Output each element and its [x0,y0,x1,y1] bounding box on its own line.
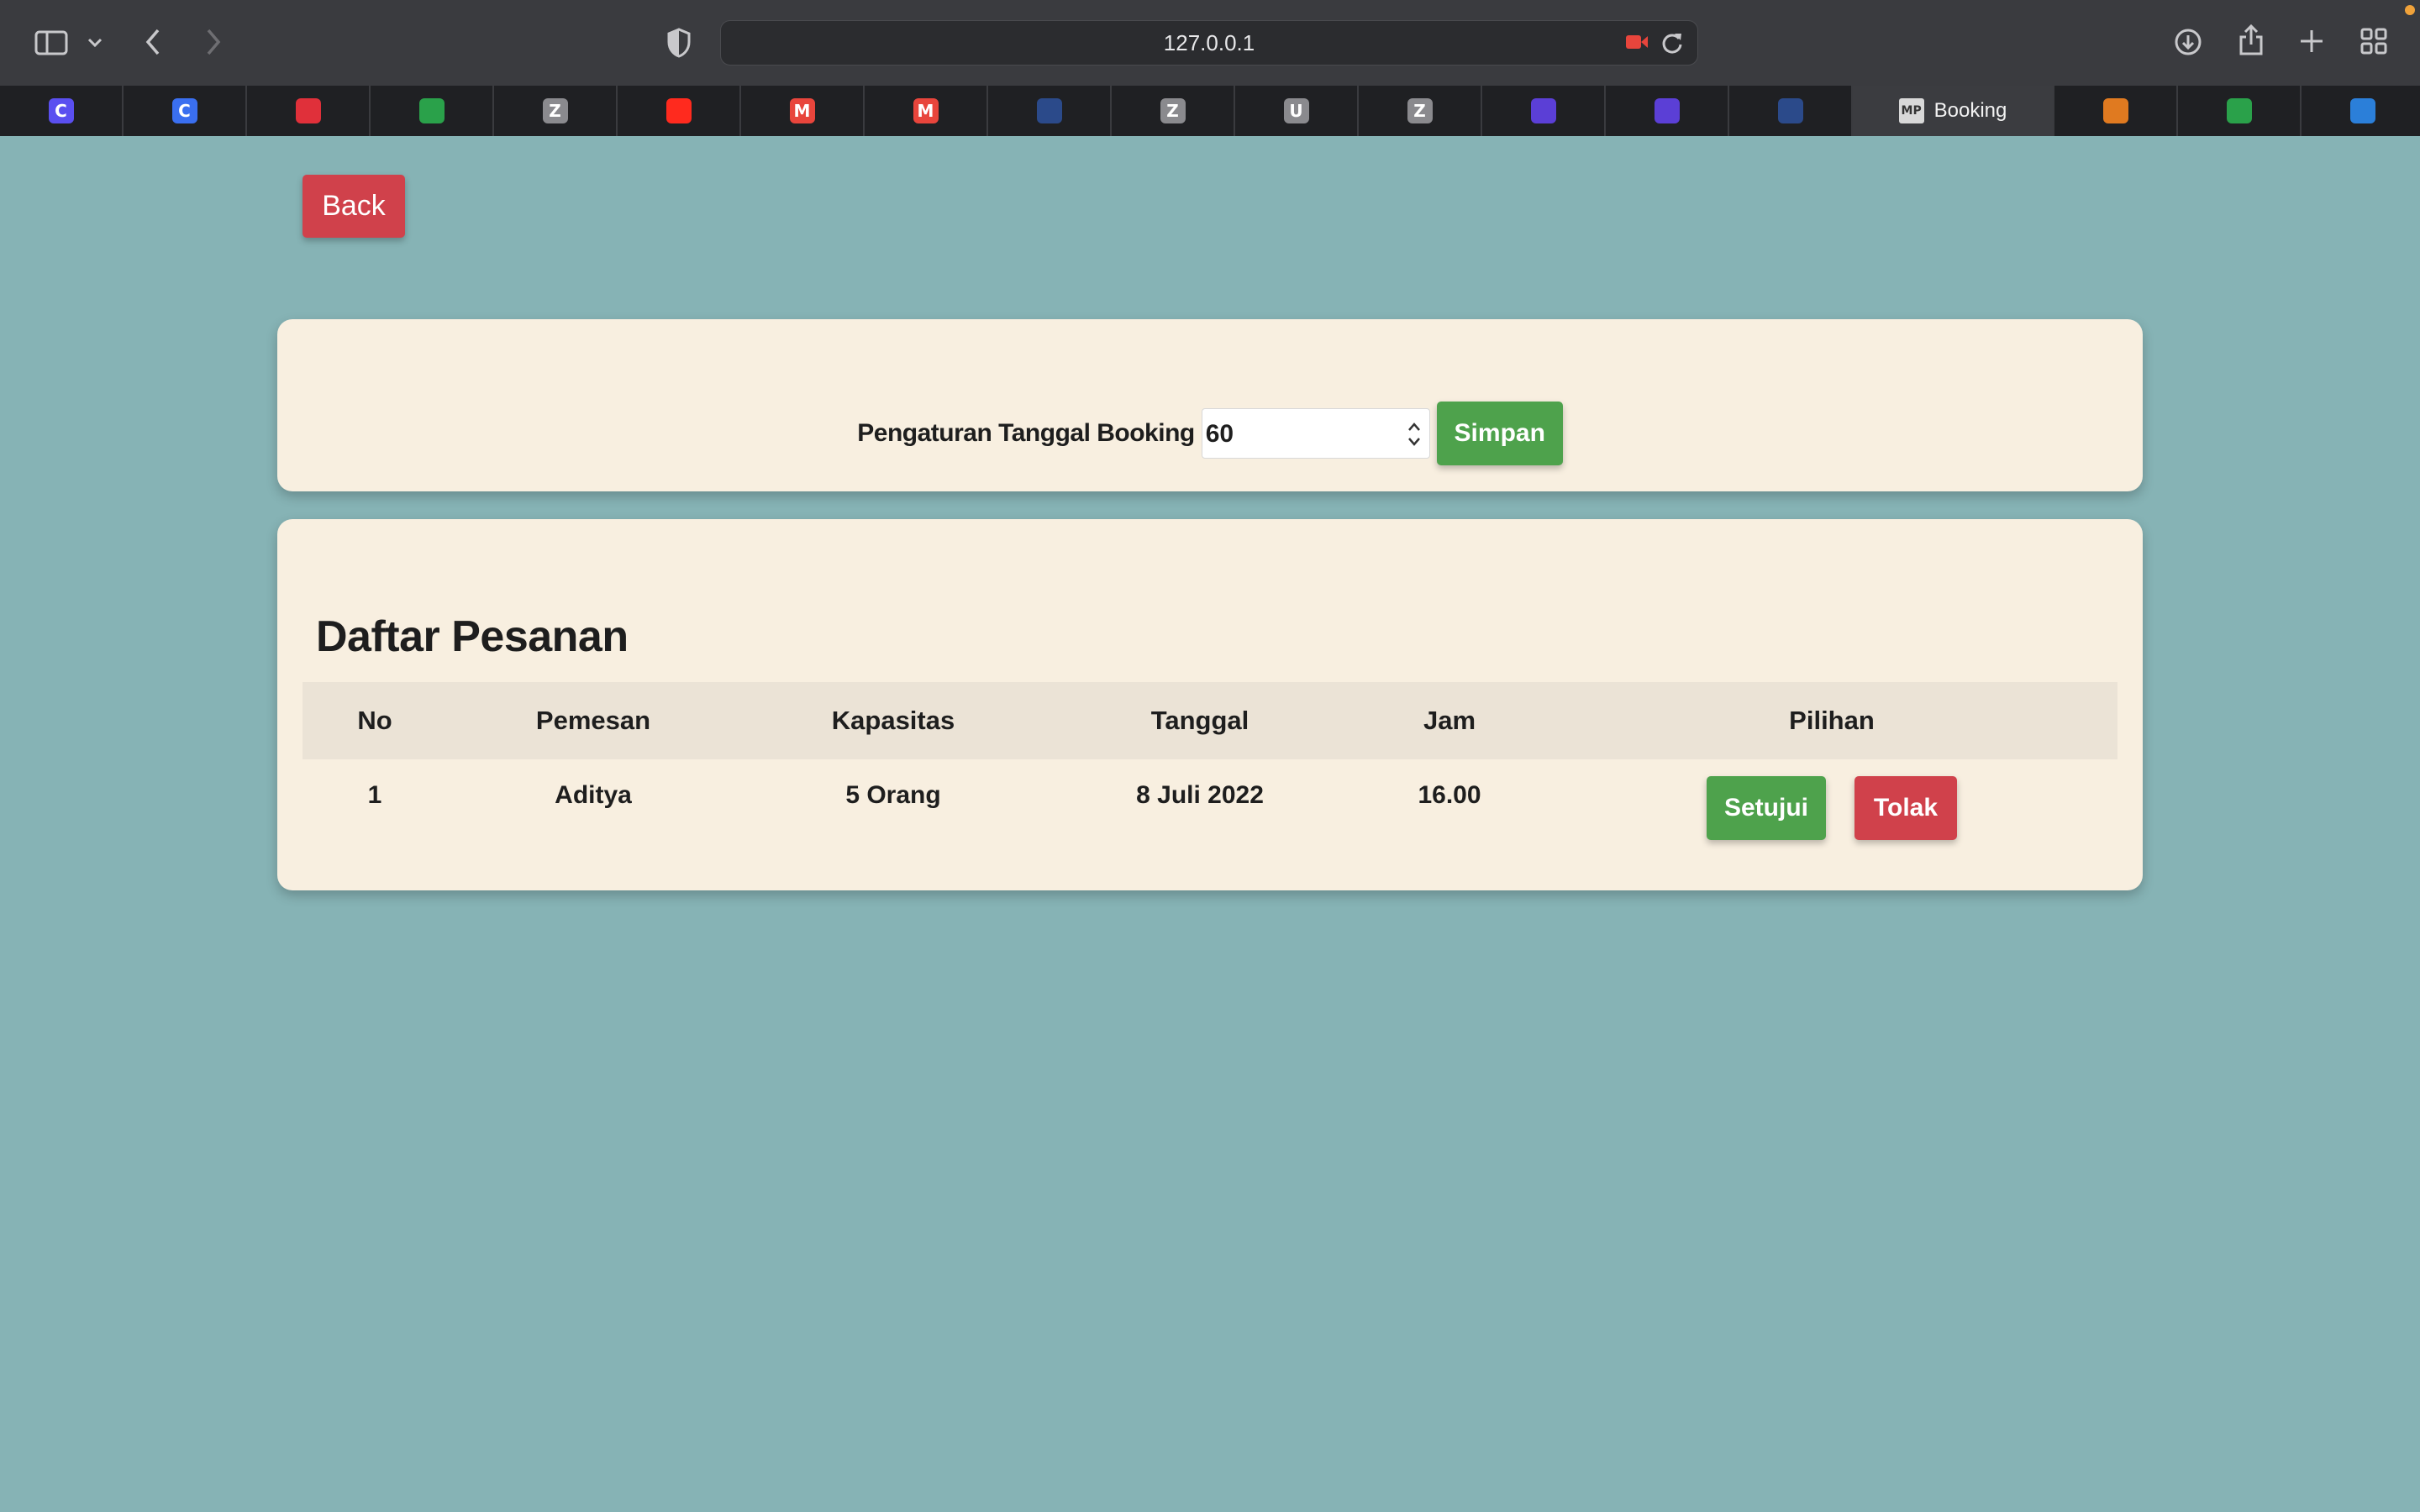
column-header-jam: Jam [1353,682,1546,759]
orders-title: Daftar Pesanan [316,612,629,661]
url-text[interactable]: 127.0.0.1 [721,21,1697,65]
browser-tab[interactable]: M [741,86,865,136]
mp-icon: MP [1898,98,1924,123]
browser-tab[interactable]: Z [1359,86,1482,136]
tab-overview-icon[interactable] [2360,27,2388,55]
orders-card: Daftar Pesanan No Pemesan Kapasitas Tang… [277,519,2143,890]
browser-tab[interactable]: C [124,86,247,136]
browser-tab[interactable] [1482,86,1606,136]
save-button[interactable]: Simpan [1436,402,1563,465]
browser-tab[interactable]: Z [494,86,618,136]
booking-date-setting-label: Pengaturan Tanggal Booking [857,419,1195,447]
notification-dot [2405,5,2415,15]
table-header-row: No Pemesan Kapasitas Tanggal Jam Pilihan [302,682,2118,759]
browser-tab[interactable] [618,86,741,136]
gmail-icon: M [913,98,939,123]
column-header-pemesan: Pemesan [447,682,739,759]
cell-pemesan: Aditya [555,781,632,809]
cell-no: 1 [367,781,382,809]
share-icon[interactable] [2237,24,2265,57]
zoom-icon: Z [1407,98,1433,123]
table-row: 1 Aditya 5 Orang 8 Juli 2022 16.00 Setuj… [302,759,2118,884]
privacy-shield-icon[interactable] [666,27,692,59]
sidebar-toggle-icon[interactable] [34,29,69,57]
booking-settings-card: Pengaturan Tanggal Booking Simpan [277,319,2143,491]
browser-tab[interactable] [247,86,371,136]
canva-icon: C [171,98,197,123]
google-meet-icon [2226,98,2252,123]
cell-actions: Setujui Tolak [1546,759,2118,884]
mountain-logo-icon [2102,98,2128,123]
column-header-kapasitas: Kapasitas [739,682,1047,759]
approve-button[interactable]: Setujui [1707,776,1826,840]
forward-arrow-icon[interactable] [202,25,225,59]
reload-icon[interactable] [1660,31,1686,56]
u-icon: U [1283,98,1309,123]
zoom-icon: Z [542,98,568,123]
browser-tab[interactable]: M [865,86,988,136]
canva-icon: C [48,98,74,123]
downloads-icon[interactable] [2173,27,2203,57]
browser-tab[interactable] [2054,86,2178,136]
browser-tab[interactable] [2302,86,2420,136]
tab-strip: C C Z M M Z U Z MP Booking [0,86,2420,136]
gmail-icon: M [789,98,815,123]
trello-icon [2349,98,2375,123]
orders-table: No Pemesan Kapasitas Tanggal Jam Pilihan… [302,682,2118,884]
cell-jam: 16.00 [1418,781,1481,809]
heart-icon [295,98,321,123]
back-arrow-icon[interactable] [141,25,165,59]
cell-tanggal: 8 Juli 2022 [1136,781,1264,809]
browser-tab[interactable]: Z [1112,86,1235,136]
browser-tab[interactable]: C [0,86,124,136]
youtube-icon [666,98,692,123]
reject-button[interactable]: Tolak [1854,776,1957,840]
booking-days-input[interactable] [1202,409,1401,459]
browser-toolbar: 127.0.0.1 [0,0,2420,86]
column-header-pilihan: Pilihan [1546,682,2118,759]
back-button[interactable]: Back [302,175,405,238]
browser-tab[interactable] [988,86,1112,136]
zoom-icon: Z [1160,98,1186,123]
cell-kapasitas: 5 Orang [845,781,941,809]
browser-tab[interactable] [1729,86,1853,136]
tab-title: Booking [1933,99,2007,122]
number-stepper-icon[interactable] [1406,419,1423,449]
list-icon [1654,98,1680,123]
new-tab-plus-icon[interactable] [2297,27,2326,55]
browser-tab[interactable] [1606,86,1729,136]
camera-recording-icon[interactable] [1625,33,1649,53]
browser-tab[interactable]: U [1235,86,1359,136]
address-bar[interactable]: 127.0.0.1 [720,20,1698,66]
unhas-logo-icon [1036,98,1062,123]
google-meet-icon [418,98,445,123]
column-header-no: No [302,682,447,759]
booking-days-input-wrapper[interactable] [1201,408,1430,459]
booking-settings-form: Pengaturan Tanggal Booking Simpan [277,402,2143,465]
list-icon [1530,98,1556,123]
browser-tab[interactable]: MP Booking [1853,86,2054,136]
browser-tab[interactable] [2178,86,2302,136]
browser-tab[interactable] [371,86,494,136]
unhas-logo-icon [1777,98,1803,123]
chevron-down-icon[interactable] [86,32,104,54]
column-header-tanggal: Tanggal [1047,682,1353,759]
